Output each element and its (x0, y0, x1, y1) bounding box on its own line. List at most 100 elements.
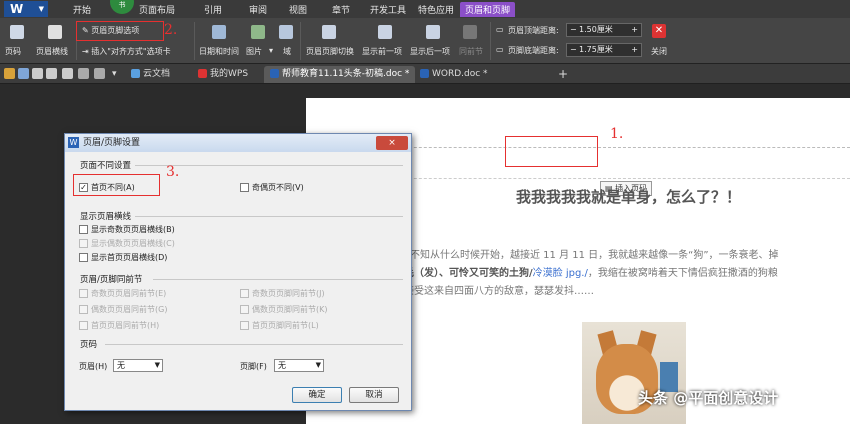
tab-special[interactable]: 特色应用 (418, 3, 454, 16)
page-number-icon[interactable] (10, 25, 24, 39)
group-header-rules: 显示页眉横线 (80, 212, 132, 222)
document-tab-bar: ▾ 云文档 我的WPS 帮师教育11.11头条-初稿.doc * WORD.do… (0, 64, 850, 84)
show-previous-icon[interactable] (378, 25, 392, 39)
first-footer-link-checkbox: 首页页脚同前节(L) (240, 320, 319, 331)
save-icon[interactable] (18, 68, 29, 79)
first-header-link-checkbox: 首页页眉同前节(H) (79, 320, 159, 331)
wps-icon (198, 69, 207, 78)
picture-button[interactable]: 图片 (246, 46, 262, 57)
tab-section[interactable]: 章节 (332, 3, 350, 16)
same-as-previous-icon (463, 25, 477, 39)
new-tab-button[interactable]: + (552, 66, 574, 83)
picture-dropdown-icon[interactable]: ▾ (269, 46, 273, 55)
shiba-dog-image (582, 322, 686, 424)
date-time-button[interactable]: 日期和时间 (199, 46, 239, 57)
annotation-1: 1. (610, 126, 624, 142)
show-next-icon[interactable] (426, 25, 440, 39)
wps-icon: W (68, 137, 79, 148)
chevron-down-icon: ▼ (38, 5, 44, 13)
dialog-close-button[interactable]: × (376, 136, 408, 150)
ok-button[interactable]: 确定 (292, 387, 342, 403)
header-top-label: 页眉顶端距离: (508, 26, 559, 35)
insert-align-tab-button[interactable]: ⇥ 插入"对齐方式"选项卡 (82, 46, 171, 57)
paragraph-line-1: 不知从什么时候开始，越接近 11 月 11 日，我就越来越像一条“狗”，一条衰老… (410, 250, 779, 261)
new-doc-icon[interactable] (32, 68, 43, 79)
tab-home[interactable]: 开始 (73, 3, 91, 16)
group-page-diff: 页面不同设置 (80, 161, 132, 171)
even-footer-link-checkbox: 偶数页页脚同前节(K) (240, 304, 328, 315)
first-rule-checkbox[interactable]: 显示首页页眉横线(D) (79, 252, 167, 263)
footer-pn-select[interactable]: 无 ▼ (274, 359, 324, 372)
highlight-box-2 (76, 21, 164, 41)
watermark-text: 头条 @平面创意设计 (638, 389, 779, 407)
word-doc-icon (270, 69, 279, 78)
preview-icon[interactable] (62, 68, 73, 79)
menu-bar: W ▼ 书 开始 页面布局 引用 审阅 视图 章节 开发工具 特色应用 页眉和页脚 (0, 0, 850, 18)
header-top-value: 1.50厘米 (579, 25, 613, 34)
tab-my-wps[interactable]: 我的WPS (192, 66, 254, 83)
dialog-title: 页眉/页脚设置 (83, 138, 141, 148)
tab-references[interactable]: 引用 (204, 3, 222, 16)
dialog-title-bar[interactable]: W 页眉/页脚设置 × (65, 134, 411, 152)
switch-header-footer-icon[interactable] (322, 25, 336, 39)
header-top-spinner[interactable]: − 1.50厘米 + (566, 23, 642, 37)
wps-badge-icon[interactable]: 书 (110, 0, 134, 14)
group-page-number: 页码 (80, 340, 98, 350)
close-icon[interactable]: ✕ (652, 24, 666, 38)
minus-icon[interactable]: − (570, 24, 577, 36)
annotation-3: 3. (166, 164, 180, 180)
plus-icon[interactable]: + (631, 44, 638, 56)
picture-icon[interactable] (251, 25, 265, 39)
tab-doc-draft[interactable]: 帮师教育11.11头条-初稿.doc * (264, 66, 416, 83)
plus-icon[interactable]: + (631, 24, 638, 36)
header-rule-button[interactable]: 页眉横线 (36, 46, 68, 57)
header-rule-icon[interactable] (48, 25, 62, 39)
footer-bottom-spinner[interactable]: − 1.75厘米 + (566, 43, 642, 57)
redo-icon[interactable] (94, 68, 105, 79)
wps-logo-button[interactable]: W ▼ (4, 1, 48, 17)
highlight-box-1 (505, 136, 598, 167)
print-icon[interactable] (46, 68, 57, 79)
odd-header-link-checkbox: 奇数页页眉同前节(E) (79, 288, 166, 299)
footer-bottom-value: 1.75厘米 (579, 45, 613, 54)
tab-view[interactable]: 视图 (289, 3, 307, 16)
chevron-down-icon: ▼ (154, 361, 160, 369)
show-previous-button[interactable]: 显示前一项 (362, 46, 402, 57)
annotation-2: 2. (164, 22, 178, 38)
show-next-button[interactable]: 显示后一项 (410, 46, 450, 57)
chevron-down-icon: ▼ (315, 361, 321, 369)
group-same-as-previous: 页眉/页脚同前节 (80, 275, 143, 285)
cancel-button[interactable]: 取消 (349, 387, 399, 403)
tab-header-footer[interactable]: 页眉和页脚 (460, 2, 516, 17)
chevron-down-icon[interactable]: ▾ (108, 66, 121, 83)
field-button[interactable]: 域 (283, 46, 291, 57)
even-header-link-checkbox: 偶数页页眉同前节(G) (79, 304, 167, 315)
tab-review[interactable]: 审阅 (249, 3, 267, 16)
even-rule-checkbox: 显示偶数页页眉横线(C) (79, 238, 175, 249)
odd-even-different-checkbox[interactable]: 奇偶页不同(V) (240, 182, 304, 193)
tab-developer[interactable]: 开发工具 (370, 3, 406, 16)
footer-bottom-icon: ▭ (496, 45, 504, 54)
undo-icon[interactable] (78, 68, 89, 79)
tab-page-layout[interactable]: 页面布局 (139, 3, 175, 16)
header-top-icon: ▭ (496, 25, 504, 34)
word-doc-icon (420, 69, 429, 78)
switch-header-footer-button[interactable]: 页眉页脚切换 (306, 46, 354, 57)
paragraph-line-3: 接受这来自四面八方的敌意，瑟瑟发抖…… (404, 286, 594, 297)
header-pn-select[interactable]: 无 ▼ (113, 359, 163, 372)
open-folder-icon[interactable] (4, 68, 15, 79)
paragraph-line-2: 毛（发）、可怜又可笑的土狗/冷漠脸 jpg./，我缩在被窝啃着天下情侣疯狂撒酒的… (404, 268, 778, 279)
highlight-box-3 (73, 174, 160, 196)
page-number-button[interactable]: 页码 (5, 46, 21, 57)
cloud-icon (131, 69, 140, 78)
field-icon[interactable] (279, 25, 293, 39)
insert-align-tab-label: 插入"对齐方式"选项卡 (91, 47, 171, 56)
odd-rule-checkbox[interactable]: 显示奇数页页眉横线(B) (79, 224, 175, 235)
minus-icon[interactable]: − (570, 44, 577, 56)
tab-word-doc[interactable]: WORD.doc * (414, 66, 494, 83)
header-pn-label: 页眉(H) (79, 362, 108, 371)
tab-cloud-docs[interactable]: 云文档 (125, 66, 176, 83)
close-header-footer-button[interactable]: 关闭 (651, 46, 667, 57)
calendar-icon[interactable] (212, 25, 226, 39)
header-boundary (374, 147, 850, 148)
